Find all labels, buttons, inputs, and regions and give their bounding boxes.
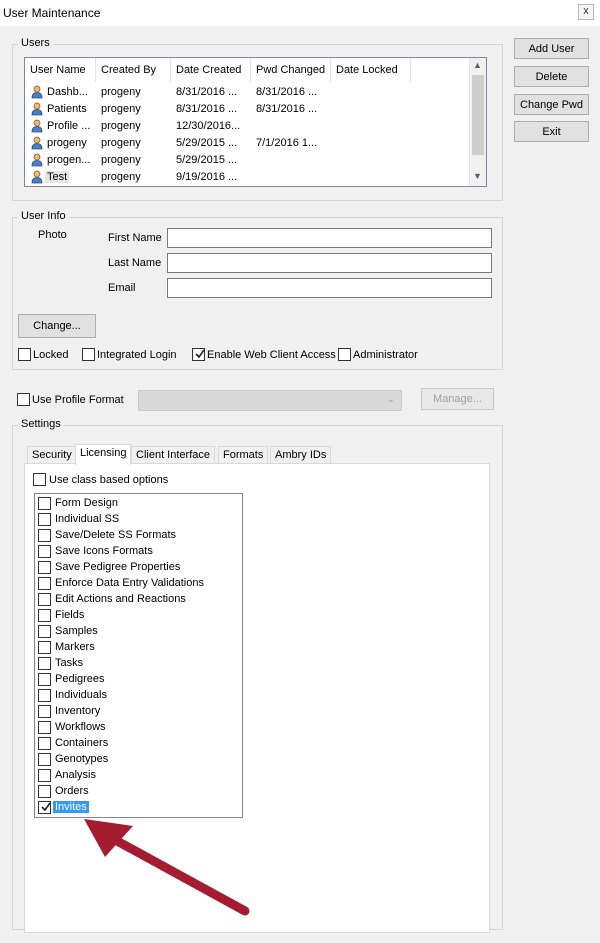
annotation-arrow-icon xyxy=(84,819,250,916)
tab-licensing[interactable]: Licensing xyxy=(75,444,132,465)
